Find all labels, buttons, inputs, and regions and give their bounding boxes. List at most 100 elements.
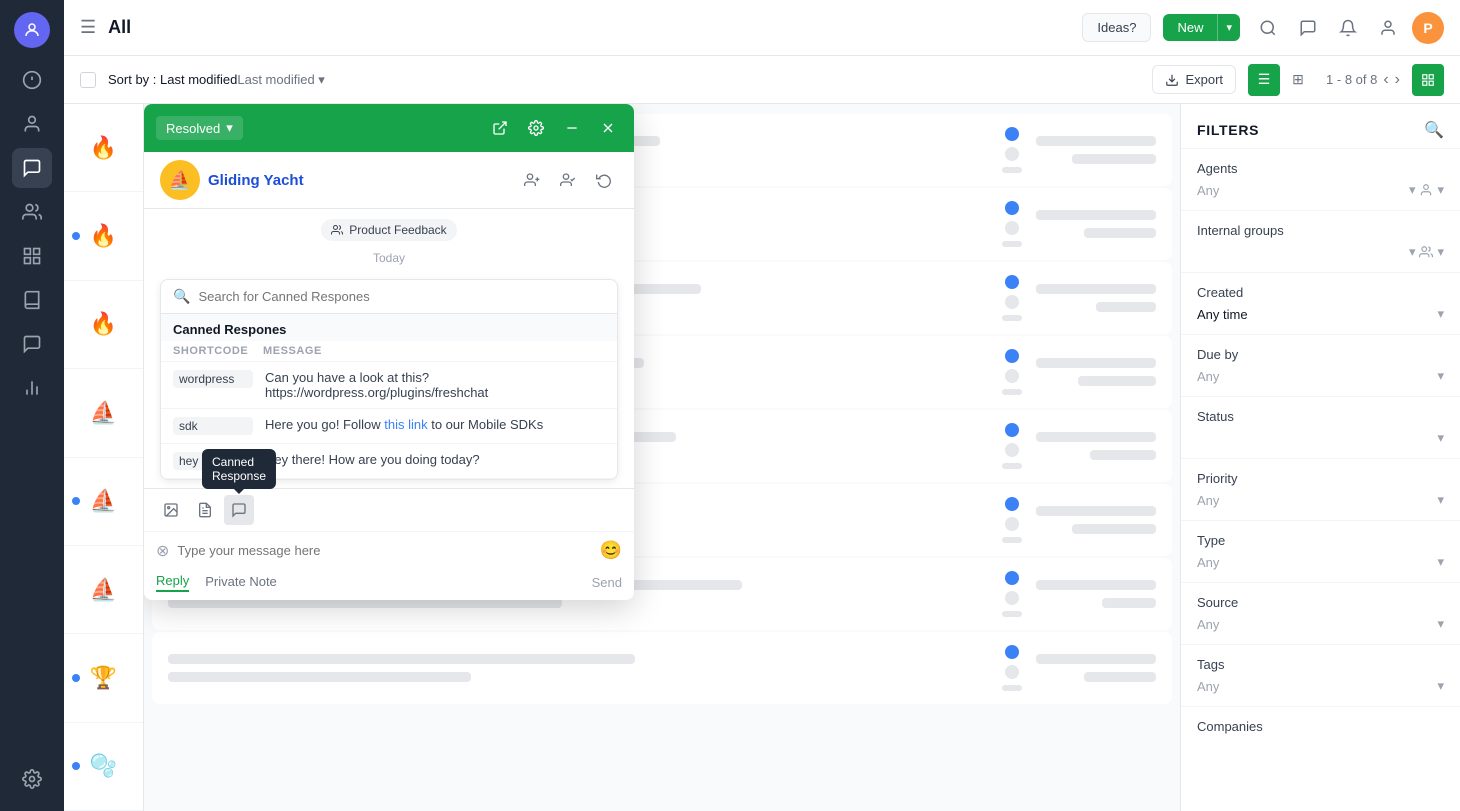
conv-item-2[interactable]: 🔥 (64, 192, 143, 280)
canned-row-hey[interactable]: hey Hey there! How are you doing today? (161, 444, 617, 479)
tags-label: Tags (1197, 657, 1444, 672)
profile-icon[interactable] (1372, 12, 1404, 44)
conv-item-5[interactable]: ⛵ (64, 458, 143, 546)
created-label: Created (1197, 285, 1444, 300)
send-button[interactable]: Send (592, 575, 622, 590)
page-title: All (108, 17, 1070, 38)
sort-by-label: Sort by : Last modifiedLast modified ▾ (108, 72, 325, 88)
chat-footer: Canned Response ⊗ 😊 Reply Private Note (144, 488, 634, 600)
emoji-button[interactable]: 😊 (600, 540, 622, 561)
next-page-button[interactable]: › (1395, 71, 1400, 89)
canned-row-sdk[interactable]: sdk Here you go! Follow this link to our… (161, 409, 617, 444)
view-toggle: ☰ ⊞ (1248, 64, 1314, 96)
ideas-button[interactable]: Ideas? (1082, 13, 1151, 42)
conv-item-3[interactable]: 🔥 (64, 281, 143, 369)
sidebar-item-chat[interactable] (12, 324, 52, 364)
settings-icon[interactable] (522, 114, 550, 142)
select-all-checkbox[interactable] (80, 72, 96, 88)
private-note-tab[interactable]: Private Note (205, 574, 277, 591)
this-link[interactable]: this link (384, 417, 427, 432)
due-by-label: Due by (1197, 347, 1444, 362)
resolved-button[interactable]: Resolved ▾ (156, 116, 243, 140)
assign-icon[interactable] (518, 166, 546, 194)
type-select[interactable]: Any ▾ (1197, 554, 1444, 570)
sidebar-item-knowledge[interactable] (12, 280, 52, 320)
content-area: 🔥 🔥 🔥 ⛵ ⛵ ⛵ 🏆 (64, 104, 1460, 811)
main-area: ☰ All Ideas? New ▾ P Sort by : (64, 0, 1460, 811)
sidebar-item-contacts[interactable] (12, 104, 52, 144)
bell-icon[interactable] (1332, 12, 1364, 44)
article-icon[interactable] (190, 495, 220, 525)
source-select[interactable]: Any ▾ (1197, 616, 1444, 632)
close-icon[interactable] (594, 114, 622, 142)
canned-title: Canned Respones (173, 322, 286, 337)
conversation-list: 🔥 🔥 🔥 ⛵ ⛵ ⛵ 🏆 (64, 104, 144, 811)
status-select[interactable]: ▾ (1197, 430, 1444, 446)
prev-page-button[interactable]: ‹ (1383, 71, 1388, 89)
unread-dot (72, 674, 80, 682)
canned-row-wordpress[interactable]: wordpress Can you have a look at this? h… (161, 362, 617, 409)
new-button-group: New ▾ (1163, 14, 1240, 41)
sidebar-logo[interactable] (14, 12, 50, 48)
sidebar-item-reports[interactable] (12, 236, 52, 276)
agents-select[interactable]: Any ▾ ▾ (1197, 182, 1444, 198)
reassign-icon[interactable] (554, 166, 582, 194)
canned-search-input[interactable] (198, 289, 605, 304)
companies-label: Companies (1197, 719, 1444, 734)
canned-response-toolbar-area: Canned Response (224, 495, 254, 525)
refresh-icon[interactable] (590, 166, 618, 194)
reply-tab[interactable]: Reply (156, 573, 189, 592)
shortcode-col-header: SHORTCODE (173, 345, 263, 357)
agents-filter: Agents Any ▾ ▾ (1181, 148, 1460, 210)
menu-icon[interactable]: ☰ (80, 17, 96, 38)
new-button[interactable]: New (1163, 14, 1218, 41)
list-view-button[interactable]: ☰ (1248, 64, 1280, 96)
sidebar (0, 0, 64, 811)
export-button[interactable]: Export (1152, 65, 1236, 94)
conv-item-1[interactable]: 🔥 (64, 104, 143, 192)
sidebar-item-analytics[interactable] (12, 368, 52, 408)
external-link-icon[interactable] (486, 114, 514, 142)
due-by-select[interactable]: Any ▾ (1197, 368, 1444, 384)
sidebar-item-conversations[interactable] (12, 148, 52, 188)
today-label: Today (144, 251, 634, 265)
chat-icon[interactable] (1292, 12, 1324, 44)
list-row[interactable] (152, 632, 1172, 704)
canned-response-button[interactable] (224, 495, 254, 525)
user-avatar[interactable]: P (1412, 12, 1444, 44)
tags-select[interactable]: Any ▾ (1197, 678, 1444, 694)
message-input[interactable] (177, 543, 591, 558)
canned-message-wordpress: Can you have a look at this? https://wor… (265, 370, 605, 400)
canned-columns: SHORTCODE MESSAGE (161, 341, 617, 362)
filters-title: FILTERS (1197, 122, 1259, 138)
conv-item-4[interactable]: ⛵ (64, 369, 143, 457)
chat-contact-avatar: ⛵ (160, 160, 200, 200)
agents-label: Agents (1197, 161, 1444, 176)
sidebar-item-settings[interactable] (12, 759, 52, 799)
status-label: Status (1197, 409, 1444, 424)
companies-filter: Companies (1181, 706, 1460, 752)
priority-filter: Priority Any ▾ (1181, 458, 1460, 520)
conv-item-7[interactable]: 🏆 (64, 634, 143, 722)
search-icon[interactable] (1252, 12, 1284, 44)
minimize-icon[interactable] (558, 114, 586, 142)
type-label: Type (1197, 533, 1444, 548)
chat-window: Resolved ▾ (144, 104, 634, 600)
internal-groups-select[interactable]: ▾ ▾ (1197, 244, 1444, 260)
topnav-icons: P (1252, 12, 1444, 44)
priority-select[interactable]: Any ▾ (1197, 492, 1444, 508)
new-chevron[interactable]: ▾ (1218, 15, 1240, 40)
layout-button[interactable] (1412, 64, 1444, 96)
conv-item-6[interactable]: ⛵ (64, 546, 143, 634)
image-icon[interactable] (156, 495, 186, 525)
sidebar-item-team[interactable] (12, 192, 52, 232)
sidebar-item-home[interactable] (12, 60, 52, 100)
clear-button[interactable]: ⊗ (156, 541, 169, 561)
product-feedback-tag: Product Feedback (321, 219, 456, 241)
product-tag-area: Product Feedback (160, 219, 618, 241)
conv-item-8[interactable]: 🫧 (64, 723, 143, 811)
status-filter: Status ▾ (1181, 396, 1460, 458)
filters-search-icon[interactable]: 🔍 (1424, 120, 1444, 140)
created-select[interactable]: Any time ▾ (1197, 306, 1444, 322)
grid-view-button[interactable]: ⊞ (1282, 64, 1314, 96)
